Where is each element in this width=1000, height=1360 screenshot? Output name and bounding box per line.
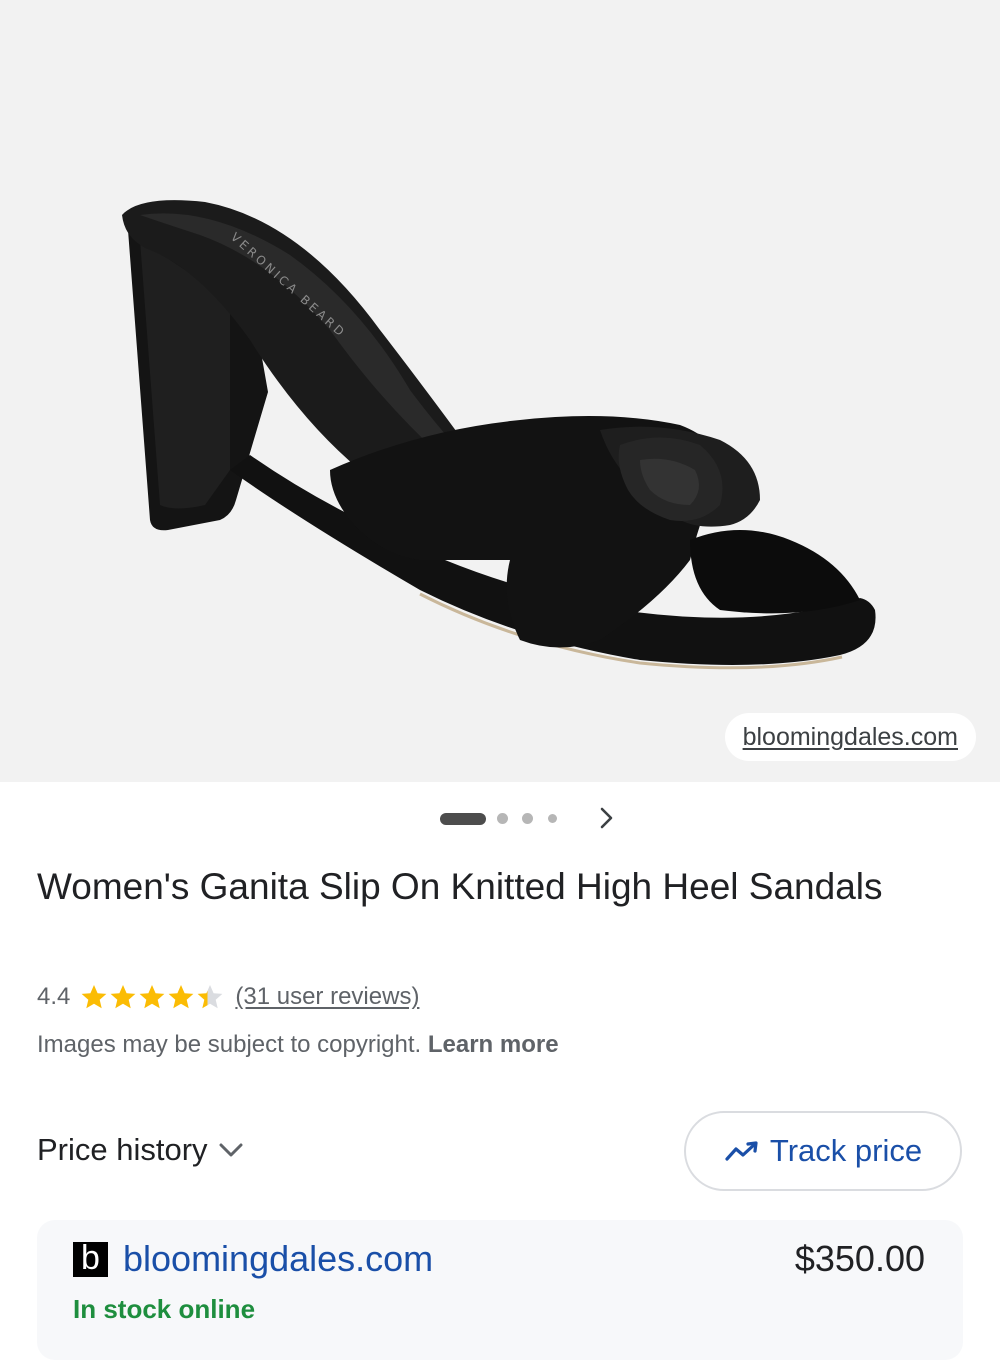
track-price-button[interactable]: Track price (684, 1111, 962, 1191)
image-carousel-indicator (0, 805, 1000, 831)
star-rating (80, 983, 225, 1011)
star-icon (139, 985, 165, 1009)
chevron-right-icon[interactable] (592, 805, 620, 831)
star-icon (197, 985, 223, 1009)
price-history-label: Price history (37, 1132, 208, 1167)
star-icon (81, 985, 107, 1009)
star-icon (110, 985, 136, 1009)
carousel-dot[interactable] (497, 813, 508, 824)
product-image[interactable]: VERONICA BEARD bloomingdales.com (0, 0, 1000, 782)
learn-more-link[interactable]: Learn more (428, 1031, 559, 1058)
merchant-logo: b (73, 1241, 108, 1277)
chevron-down-icon (219, 1143, 243, 1157)
trending-line-icon (725, 1141, 758, 1161)
sandal-illustration: VERONICA BEARD (122, 200, 876, 670)
stock-status: In stock online (73, 1294, 256, 1324)
rating-score: 4.4 (37, 983, 71, 1010)
carousel-dot[interactable] (548, 814, 557, 823)
carousel-dot-active[interactable] (440, 813, 486, 825)
merchant-name-link[interactable]: bloomingdales.com (123, 1238, 433, 1280)
product-title: Women's Ganita Slip On Knitted High Heel… (37, 866, 883, 907)
merchant-price: $350.00 (794, 1238, 925, 1279)
merchant-offer-card[interactable]: b bloomingdales.com $350.00 In stock onl… (37, 1220, 963, 1360)
copyright-notice: Images may be subject to copyright. Lear… (37, 1031, 559, 1059)
image-source-link[interactable]: bloomingdales.com (724, 713, 976, 761)
star-icon (168, 985, 194, 1009)
carousel-dot[interactable] (522, 813, 533, 824)
user-reviews-link[interactable]: (31 user reviews) (235, 983, 419, 1011)
copyright-text: Images may be subject to copyright. (37, 1031, 422, 1058)
rating-row: 4.4 (31 user reviews) (37, 980, 419, 1014)
price-history-toggle[interactable]: Price history (37, 1128, 244, 1172)
track-price-label: Track price (769, 1133, 923, 1168)
